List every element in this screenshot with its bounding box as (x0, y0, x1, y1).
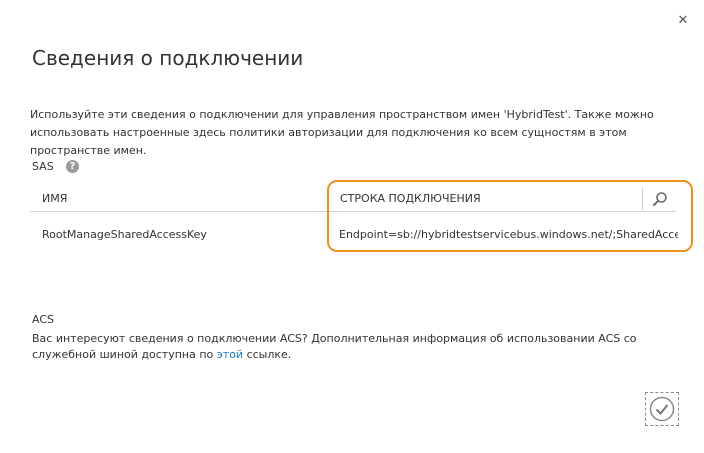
column-header-connection-string: СТРОКА ПОДКЛЮЧЕНИЯ (340, 192, 481, 205)
acs-text-before: Вас интересуют сведения о подключении AC… (32, 332, 637, 361)
search-icon[interactable] (652, 191, 668, 207)
ok-button[interactable] (645, 392, 679, 426)
search-separator (642, 188, 643, 210)
table-header-divider (30, 211, 676, 212)
acs-section-label: ACS (32, 313, 54, 326)
connection-info-dialog: ✕ Сведения о подключении Используйте эти… (0, 0, 704, 453)
sas-section-label: SAS (32, 160, 54, 173)
help-icon[interactable]: ? (66, 160, 79, 173)
checkmark-icon (649, 396, 675, 422)
acs-info-text: Вас интересуют сведения о подключении AC… (32, 331, 682, 363)
acs-text-after: ссылке. (243, 348, 292, 361)
dialog-title: Сведения о подключении (32, 46, 304, 70)
table-row-policy-name: RootManageSharedAccessKey (42, 228, 207, 241)
table-row-connection-string[interactable]: Endpoint=sb://hybridtestservicebus.windo… (339, 228, 678, 241)
acs-info-link[interactable]: этой (217, 348, 243, 361)
close-icon[interactable]: ✕ (674, 12, 692, 30)
column-header-name: ИМЯ (42, 192, 68, 205)
connection-string-highlight (327, 180, 693, 252)
intro-text: Используйте эти сведения о подключении д… (30, 108, 654, 157)
